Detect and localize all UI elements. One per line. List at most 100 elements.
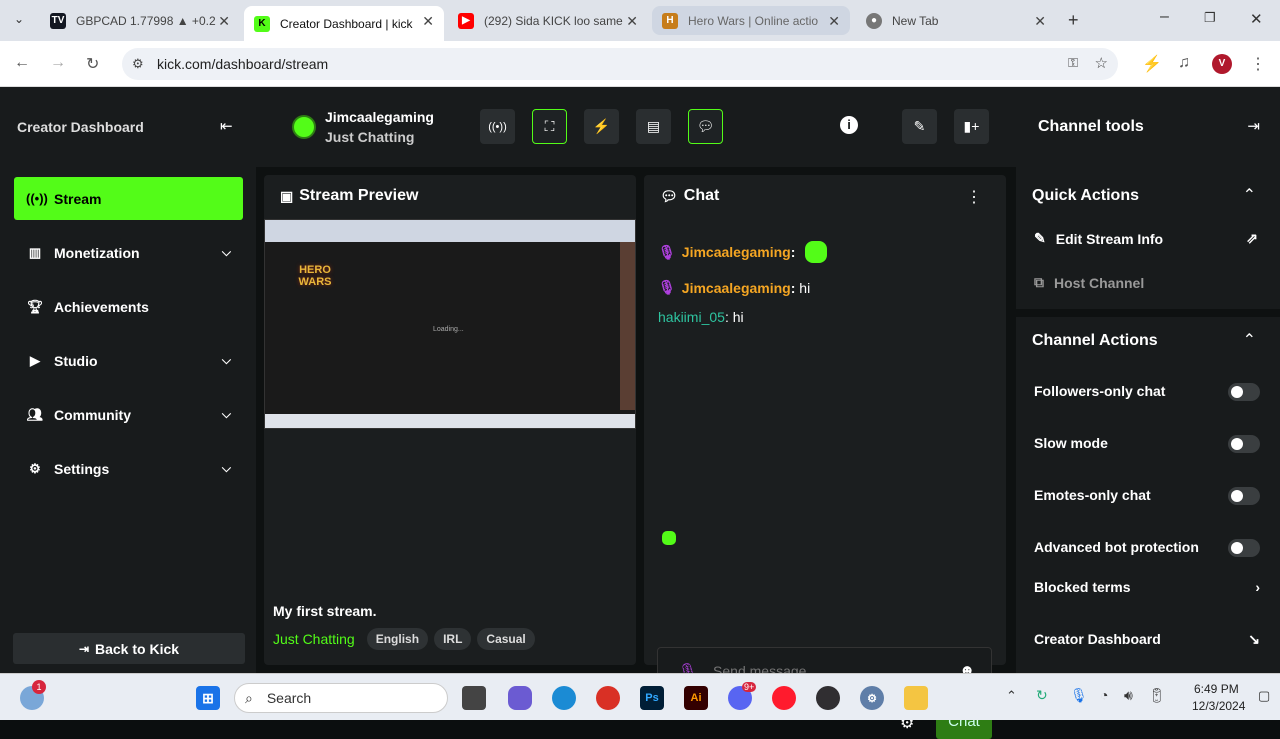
tab-creator-dashboard[interactable]: K Creator Dashboard | kick ✕	[244, 6, 444, 41]
extension-icon[interactable]: ⚡	[1142, 54, 1162, 74]
photoshop-icon[interactable]: Ps	[640, 686, 664, 710]
wifi-icon[interactable]: ◔	[1100, 687, 1108, 703]
edit-layout-button[interactable]: ✎	[902, 109, 937, 144]
close-icon[interactable]: ✕	[218, 13, 230, 30]
close-icon[interactable]: ✕	[1034, 13, 1046, 30]
channel-actions-title[interactable]: Channel Actions	[1032, 332, 1158, 350]
preview-icon: ▣	[280, 187, 294, 204]
slow-mode-toggle[interactable]	[1228, 435, 1260, 453]
volume-icon[interactable]: 🔊︎	[1124, 687, 1133, 704]
new-tab-plus-icon[interactable]: +	[1068, 10, 1079, 31]
preview-taskbar-strip	[265, 414, 635, 428]
discord-badge: 9+	[742, 682, 757, 692]
clock-time[interactable]: 6:49 PM	[1194, 682, 1239, 696]
bot-protection-toggle[interactable]	[1228, 539, 1260, 557]
chat-bubble-icon: 💬︎	[660, 187, 678, 204]
sidebar-item-monetization[interactable]: ▥ Monetization ⌵	[14, 231, 243, 274]
tag-english[interactable]: English	[366, 628, 429, 650]
sidebar-item-stream[interactable]: ((•)) Stream	[14, 177, 243, 220]
clock-date[interactable]: 12/3/2024	[1192, 699, 1245, 713]
quick-action-button[interactable]: ⚡	[584, 109, 619, 144]
blocked-terms-link[interactable]: Blocked terms ›	[1034, 579, 1260, 595]
sidebar-item-community[interactable]: 👥︎ Community ⌵	[14, 393, 243, 436]
site-settings-icon[interactable]: ⚙	[132, 56, 144, 72]
tab-gbpcad[interactable]: TV GBPCAD 1.77998 ▲ +0.2 ✕	[40, 6, 240, 35]
creator-dashboard-link[interactable]: Creator Dashboard ↘	[1034, 631, 1260, 647]
copilot-icon[interactable]	[508, 686, 532, 710]
channel-username[interactable]: Jimcaalegaming	[325, 109, 434, 125]
broadcast-tool-button[interactable]: ((•))	[480, 109, 515, 144]
chat-toggle-button[interactable]: 💬︎	[688, 109, 723, 144]
emotes-only-toggle[interactable]	[1228, 487, 1260, 505]
notes-button[interactable]: ▤	[636, 109, 671, 144]
tab-new-tab[interactable]: ● New Tab ✕	[856, 6, 1056, 35]
tab-search-icon[interactable]: ⌄	[14, 12, 24, 26]
media-control-icon[interactable]: ♫	[1178, 54, 1190, 72]
blocked-terms-label: Blocked terms	[1034, 579, 1131, 595]
chat-username[interactable]: Jimcaalegaming	[682, 244, 791, 260]
chat-menu-dots-icon[interactable]: ⋮	[966, 187, 982, 207]
url-text: kick.com/dashboard/stream	[157, 56, 329, 72]
emote-picker-small-icon[interactable]	[662, 531, 676, 545]
browser-tab-bar: ⌄ TV GBPCAD 1.77998 ▲ +0.2 ✕ K Creator D…	[0, 0, 1280, 41]
minimize-icon[interactable]: –	[1160, 8, 1169, 26]
chevron-up-icon[interactable]: ⌃	[1243, 330, 1256, 350]
close-icon[interactable]: ✕	[422, 13, 434, 30]
url-field[interactable]: ⚙ kick.com/dashboard/stream ⚿ ☆	[122, 48, 1118, 80]
edge-icon[interactable]	[552, 686, 576, 710]
bookmark-star-icon[interactable]: ☆	[1095, 54, 1108, 72]
dashboard-header: Jimcaalegaming Just Chatting ((•)) ⛶ ⚡ ▤…	[256, 87, 1016, 167]
avatar[interactable]	[292, 115, 316, 139]
forward-arrow-icon[interactable]: →	[50, 54, 66, 72]
sidebar-item-settings[interactable]: ⚙ Settings ⌵	[14, 447, 243, 490]
tray-chevron-up-icon[interactable]: ⌃	[1006, 688, 1017, 704]
edit-stream-info-button[interactable]: ✎ Edit Stream Info ⇗	[1034, 230, 1258, 247]
back-to-kick-button[interactable]: ⇥ Back to Kick	[13, 633, 245, 664]
chat-title: 💬︎ Chat	[660, 187, 719, 205]
reload-icon[interactable]: ↻	[86, 54, 99, 74]
settings-app-icon[interactable]: ⚙	[860, 686, 884, 710]
quick-actions-title[interactable]: Quick Actions	[1032, 187, 1139, 205]
host-channel-button[interactable]: ⧉ Host Channel	[1034, 274, 1144, 291]
preview-video[interactable]: HERO WARS Loading...	[264, 219, 636, 429]
close-icon[interactable]: ✕	[828, 13, 840, 30]
add-widget-button[interactable]: ▮+	[954, 109, 989, 144]
sidebar-item-studio[interactable]: ▶ Studio ⌵	[14, 339, 243, 382]
sidebar-item-achievements[interactable]: 🏆︎ Achievements	[14, 285, 243, 328]
info-icon[interactable]: i	[840, 116, 858, 134]
notification-icon[interactable]: ▢	[1258, 688, 1270, 704]
tab-hero-wars[interactable]: H Hero Wars | Online actio ✕	[652, 6, 850, 35]
channel-category[interactable]: Just Chatting	[325, 129, 414, 145]
close-icon[interactable]: ✕	[626, 13, 638, 30]
followers-only-toggle[interactable]	[1228, 383, 1260, 401]
tab-youtube[interactable]: ▶ (292) Sida KICK loo same ✕	[448, 6, 648, 35]
chat-username[interactable]: Jimcaalegaming	[682, 280, 791, 296]
chrome-taskbar-icon[interactable]	[596, 686, 620, 710]
maximize-icon[interactable]: ❐	[1204, 10, 1216, 26]
collapse-panel-icon[interactable]: ⇥	[1247, 117, 1260, 135]
search-icon: ⌕	[245, 689, 253, 706]
back-arrow-icon[interactable]: ←	[14, 54, 30, 72]
window-close-icon[interactable]: ✕	[1250, 10, 1263, 28]
tag-casual[interactable]: Casual	[477, 628, 535, 650]
sync-icon[interactable]: ↻	[1036, 687, 1048, 704]
chevron-up-icon[interactable]: ⌃	[1243, 185, 1256, 205]
profile-avatar[interactable]: V	[1212, 54, 1232, 74]
windows-start-icon[interactable]: ⊞	[196, 686, 220, 710]
illustrator-icon[interactable]: Ai	[684, 686, 708, 710]
chat-username[interactable]: hakiimi_05	[658, 309, 725, 325]
folder-icon[interactable]	[904, 686, 928, 710]
taskbar-search[interactable]: ⌕ Search	[234, 683, 448, 713]
menu-dots-icon[interactable]: ⋮	[1250, 54, 1266, 74]
screen-capture-button[interactable]: ⛶	[532, 109, 567, 144]
collapse-sidebar-icon[interactable]: ⇤	[220, 117, 233, 135]
battery-icon[interactable]: 🔋︎	[1148, 687, 1166, 704]
stream-category-link[interactable]: Just Chatting	[273, 631, 355, 647]
password-key-icon[interactable]: ⚿	[1068, 55, 1078, 71]
preview-game-sidebar	[620, 242, 635, 410]
file-explorer-small-icon[interactable]	[462, 686, 486, 710]
opera-icon[interactable]	[772, 686, 796, 710]
obs-icon[interactable]	[816, 686, 840, 710]
microphone-tray-icon[interactable]: 🎙︎	[1070, 687, 1088, 704]
tag-irl[interactable]: IRL	[434, 628, 472, 650]
